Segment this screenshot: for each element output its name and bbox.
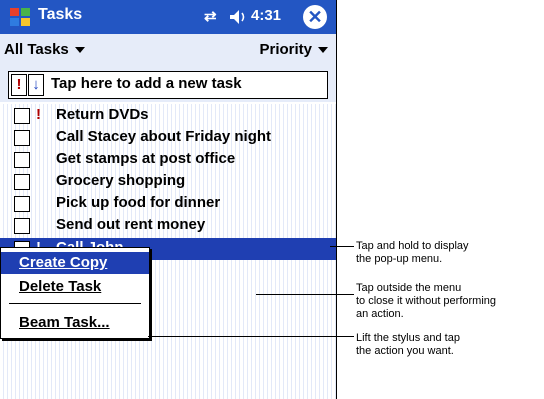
task-label[interactable]: Return DVDs (56, 106, 149, 123)
category-label: All Tasks (4, 41, 69, 58)
menu-item-beam-task[interactable]: Beam Task... (1, 312, 149, 334)
callout-line: Lift the stylus and tap (356, 332, 460, 344)
callout-close: Tap outside the menu to close it without… (356, 282, 496, 321)
task-row[interactable]: Get stamps at post office (0, 149, 336, 171)
task-checkbox[interactable] (14, 108, 30, 124)
task-row[interactable]: Pick up food for dinner (0, 193, 336, 215)
task-checkbox[interactable] (14, 174, 30, 190)
close-icon[interactable]: ✕ (303, 5, 327, 29)
chevron-down-icon (318, 47, 328, 54)
chevron-down-icon (74, 47, 85, 54)
task-label[interactable]: Call Stacey about Friday night (56, 128, 271, 145)
new-task-placeholder[interactable]: Tap here to add a new task (51, 75, 242, 92)
callout-line: the action you want. (356, 345, 454, 357)
task-label[interactable]: Grocery shopping (56, 172, 185, 189)
callout-hold: Tap and hold to display the pop-up menu. (356, 240, 469, 266)
callout-line: the pop-up menu. (356, 253, 443, 265)
callout-line: an action. (356, 308, 404, 320)
task-checkbox[interactable] (14, 196, 30, 212)
priority-icon: ! (36, 106, 41, 123)
category-dropdown[interactable]: All Tasks (4, 41, 85, 58)
pocketpc-screen: Tasks ⇄ 4:31 ✕ All Tasks Priority ! ↓ Ta… (0, 0, 337, 399)
callout-leader (148, 336, 354, 337)
popup-menu: Create Copy Delete Task Beam Task... (0, 247, 150, 339)
title-bar: Tasks ⇄ 4:31 ✕ (0, 0, 336, 34)
task-label[interactable]: Pick up food for dinner (56, 194, 220, 211)
start-flag-icon[interactable] (8, 5, 32, 29)
task-label[interactable]: Get stamps at post office (56, 150, 235, 167)
new-task-entry[interactable]: ! ↓ Tap here to add a new task (8, 71, 328, 99)
menu-item-delete-task[interactable]: Delete Task (1, 276, 149, 298)
callout-leader (256, 294, 354, 295)
sync-icon[interactable]: ⇄ (204, 7, 217, 25)
app-title: Tasks (38, 6, 83, 23)
high-priority-button[interactable]: ! (11, 74, 27, 96)
callout-leader (330, 246, 354, 247)
menu-item-label: Beam Task... (19, 314, 110, 331)
task-checkbox[interactable] (14, 130, 30, 146)
callout-lift: Lift the stylus and tap the action you w… (356, 332, 460, 358)
task-row[interactable]: Call Stacey about Friday night (0, 127, 336, 149)
task-checkbox[interactable] (14, 218, 30, 234)
filter-bar: All Tasks Priority (0, 34, 336, 68)
menu-item-create-copy[interactable]: Create Copy (1, 252, 149, 274)
sort-label: Priority (259, 41, 312, 58)
task-row[interactable]: Send out rent money (0, 215, 336, 237)
menu-separator (9, 303, 141, 304)
menu-item-label: Create Copy (19, 254, 108, 271)
callout-line: to close it without performing (356, 295, 497, 307)
low-priority-button[interactable]: ↓ (28, 74, 44, 96)
sort-dropdown[interactable]: Priority (259, 41, 328, 58)
task-row[interactable]: Grocery shopping (0, 171, 336, 193)
callout-line: Tap and hold to display (356, 240, 469, 252)
callout-line: Tap outside the menu (356, 282, 462, 294)
task-row[interactable]: ! Return DVDs (0, 105, 336, 127)
task-label[interactable]: Send out rent money (56, 216, 205, 233)
entry-bar: ! ↓ Tap here to add a new task (0, 68, 336, 102)
menu-item-label: Delete Task (19, 278, 102, 295)
task-checkbox[interactable] (14, 152, 30, 168)
speaker-icon[interactable] (228, 7, 248, 27)
clock[interactable]: 4:31 (251, 7, 281, 24)
